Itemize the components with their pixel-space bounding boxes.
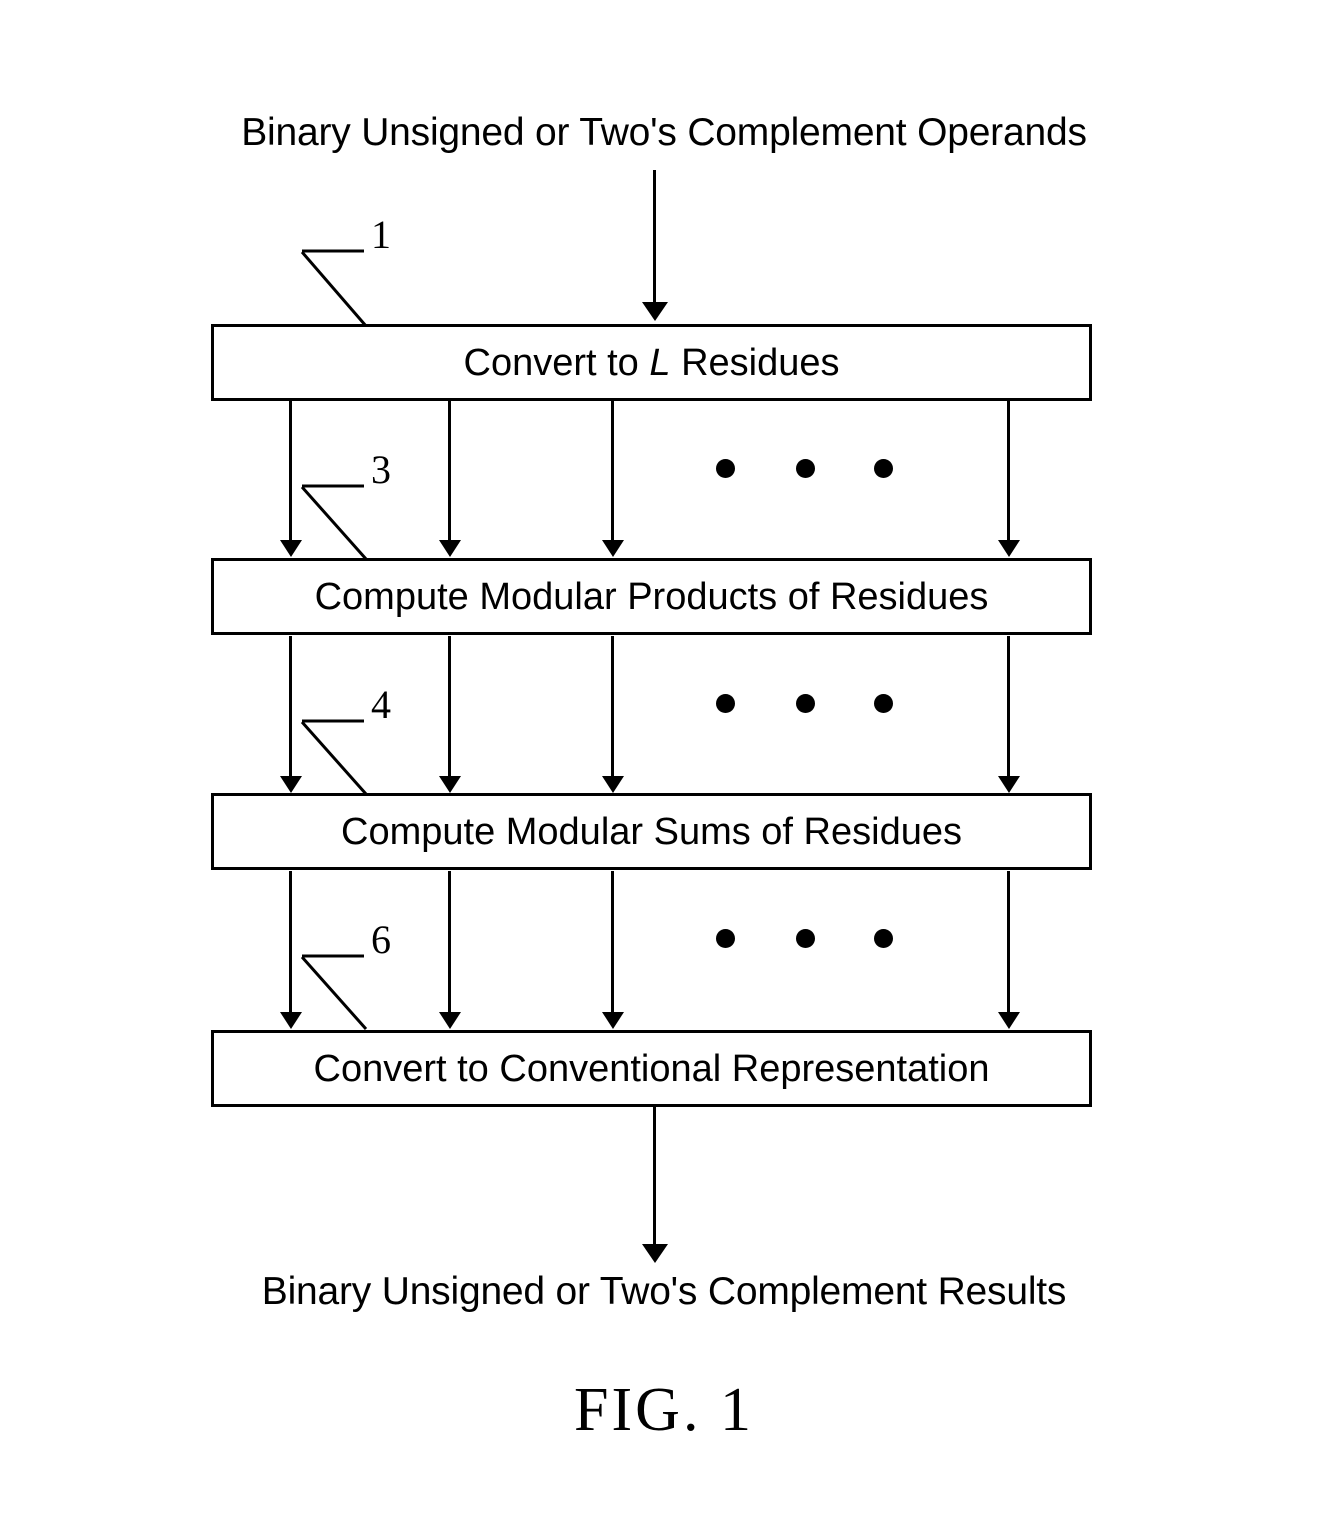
bus-arrow-3-4 bbox=[1007, 871, 1010, 1013]
figure-caption: FIG. 1 bbox=[574, 1376, 754, 1444]
leader-line-4 bbox=[300, 719, 368, 795]
ellipsis-dot bbox=[874, 929, 893, 948]
ellipsis-dot bbox=[796, 459, 815, 478]
bus-arrow-1-4 bbox=[1007, 401, 1010, 541]
process-box-label: Compute Modular Products of Residues bbox=[314, 575, 989, 618]
process-box-compute-modular-sums[interactable]: Compute Modular Sums of Residues bbox=[211, 793, 1092, 870]
ellipsis-dot bbox=[874, 694, 893, 713]
ellipsis-dot bbox=[796, 694, 815, 713]
leader-line-6 bbox=[300, 954, 368, 1030]
process-box-label: Convert to L Residues bbox=[464, 344, 840, 382]
bus-arrow-3-1 bbox=[289, 871, 292, 1013]
box1-label-italic-l: L bbox=[649, 341, 671, 384]
ellipsis-dot bbox=[716, 459, 735, 478]
bus-arrow-1-2 bbox=[448, 401, 451, 541]
process-box-convert-to-l-residues[interactable]: Convert to L Residues bbox=[211, 324, 1092, 401]
process-box-label: Convert to Conventional Representation bbox=[313, 1047, 990, 1090]
leader-line-3 bbox=[300, 484, 368, 560]
ellipsis-dot bbox=[716, 929, 735, 948]
output-results-label: Binary Unsigned or Two's Complement Resu… bbox=[261, 1270, 1067, 1313]
ellipsis-dot bbox=[874, 459, 893, 478]
patent-figure: Binary Unsigned or Two's Complement Oper… bbox=[0, 0, 1328, 1528]
bus-arrow-2-2 bbox=[448, 636, 451, 777]
arrow-convert-to-output bbox=[653, 1107, 656, 1247]
process-box-label: Compute Modular Sums of Residues bbox=[341, 810, 962, 853]
arrow-input-to-convert-residues bbox=[653, 170, 656, 305]
bus-arrow-1-1 bbox=[289, 401, 292, 541]
bus-arrow-2-4 bbox=[1007, 636, 1010, 777]
bus-arrow-3-2 bbox=[448, 871, 451, 1013]
leader-line-1 bbox=[300, 249, 368, 327]
ellipsis-dot bbox=[716, 694, 735, 713]
ellipsis-dot bbox=[796, 929, 815, 948]
bus-arrow-3-3 bbox=[611, 871, 614, 1013]
box1-label-suffix: Residues bbox=[670, 341, 840, 384]
bus-arrow-2-1 bbox=[289, 636, 292, 777]
input-operands-label: Binary Unsigned or Two's Complement Oper… bbox=[241, 111, 1087, 154]
process-box-convert-to-conventional[interactable]: Convert to Conventional Representation bbox=[211, 1030, 1092, 1107]
box1-label-prefix: Convert to bbox=[463, 341, 650, 384]
bus-arrow-2-3 bbox=[611, 636, 614, 777]
bus-arrow-1-3 bbox=[611, 401, 614, 541]
process-box-compute-modular-products[interactable]: Compute Modular Products of Residues bbox=[211, 558, 1092, 635]
